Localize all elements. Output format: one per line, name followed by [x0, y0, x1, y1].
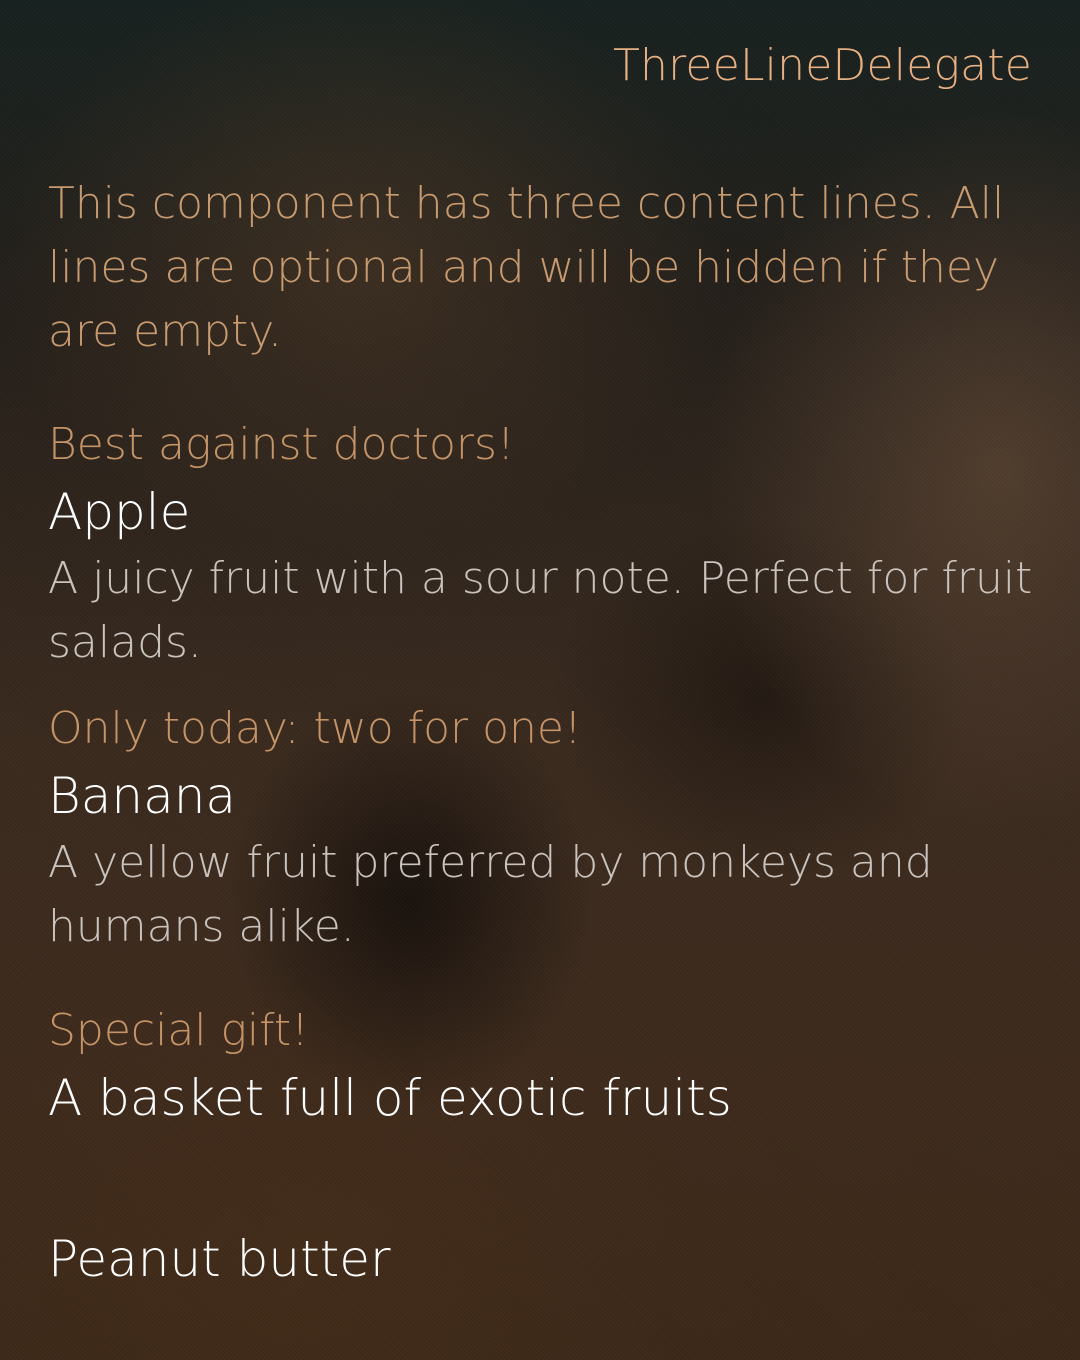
item-label: Best against doctors!: [48, 419, 515, 470]
item-text: A basket full of exotic fruits: [48, 1069, 732, 1127]
item-text: Apple: [48, 483, 191, 541]
item-description: A yellow fruit preferred by monkeys and …: [48, 837, 933, 952]
list-item-peanut-butter[interactable]: Peanut butter: [48, 1224, 1038, 1294]
list-item-banana[interactable]: Only today: two for one! Banana A yellow…: [48, 697, 1038, 959]
item-text: Peanut butter: [48, 1230, 391, 1288]
list-item-fruit-basket[interactable]: Special gift! A basket full of exotic fr…: [48, 999, 1038, 1133]
intro-description: This component has three content lines. …: [48, 178, 1005, 357]
item-label: Only today: two for one!: [48, 703, 582, 754]
list-item-apple[interactable]: Best against doctors! Apple A juicy frui…: [48, 413, 1038, 675]
page-header-title: ThreeLineDelegate: [612, 40, 1032, 91]
item-text: Banana: [48, 767, 237, 825]
item-label: Special gift!: [48, 1005, 309, 1056]
item-description: A juicy fruit with a sour note. Perfect …: [48, 553, 1033, 668]
